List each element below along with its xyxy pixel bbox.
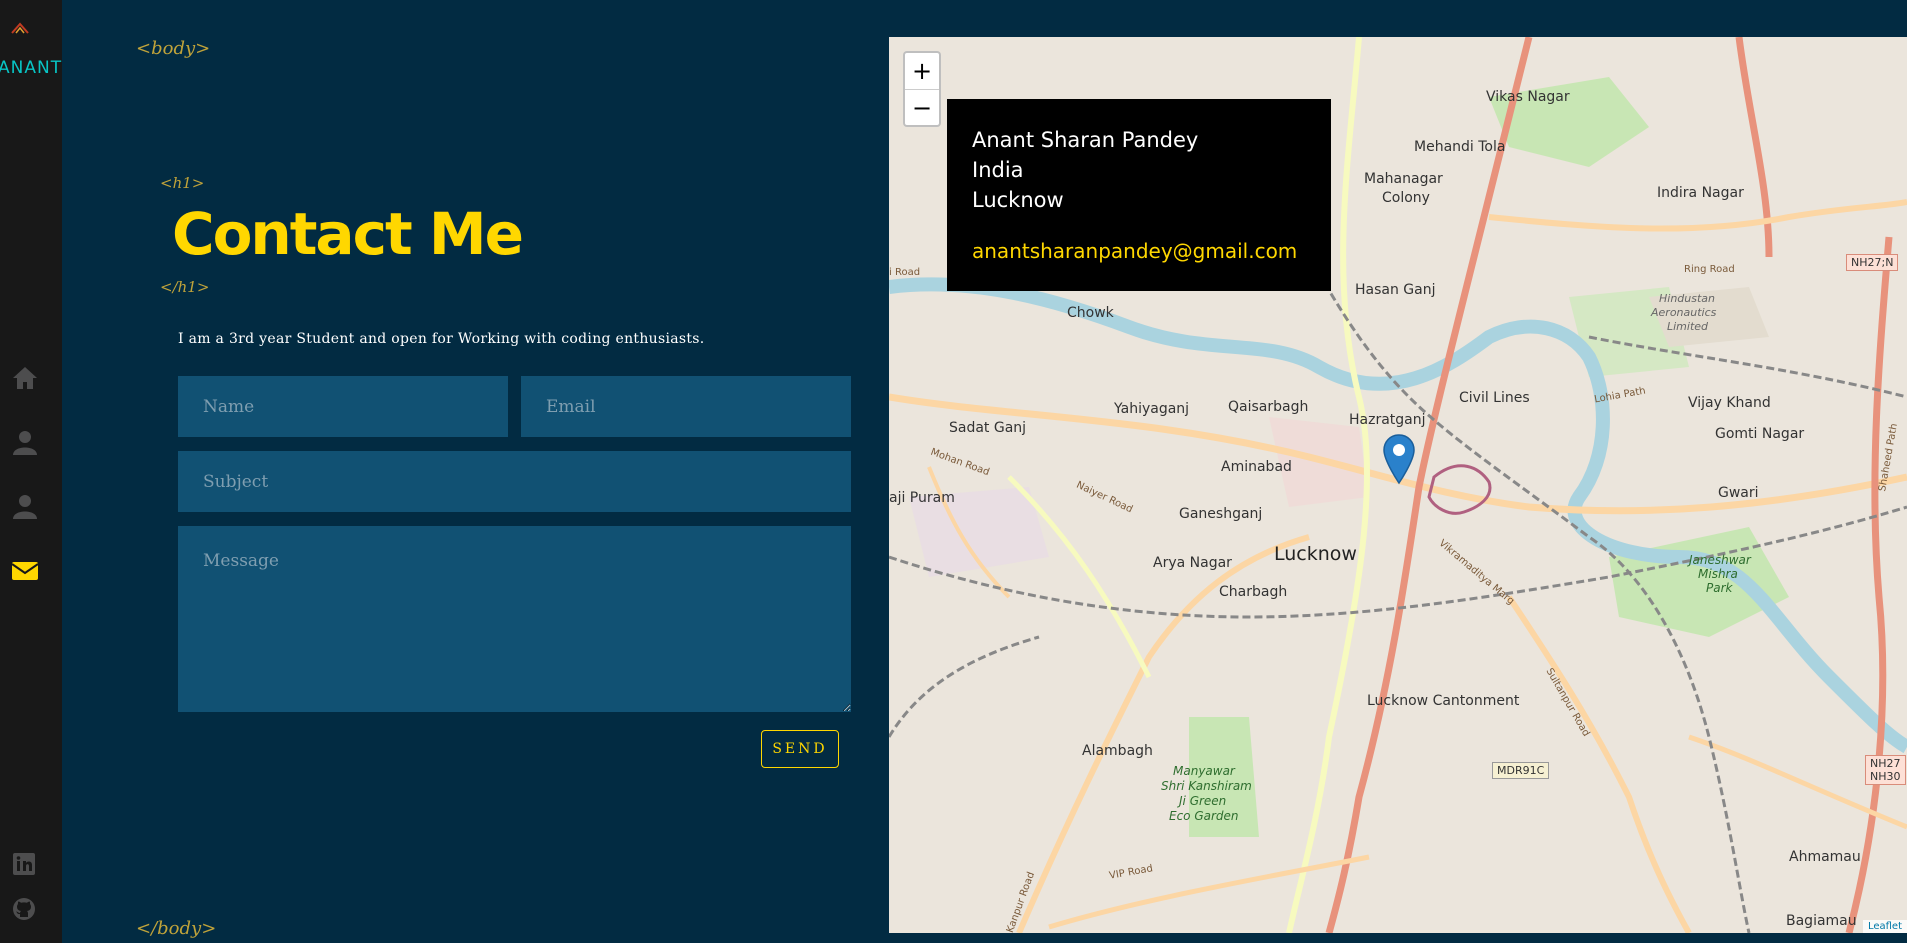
info-name: Anant Sharan Pandey [972, 128, 1199, 152]
map-label: Hasan Ganj [1355, 282, 1436, 298]
info-city: Lucknow [972, 188, 1064, 212]
github-link[interactable] [0, 893, 62, 938]
map-label: Ganeshganj [1179, 506, 1263, 522]
map-label: Eco Garden [1169, 809, 1239, 823]
map-label: Aminabad [1221, 459, 1292, 475]
envelope-icon [11, 562, 39, 580]
message-field[interactable] [178, 526, 851, 712]
info-email-link[interactable]: anantsharanpandey@gmail.com [972, 239, 1306, 263]
highway-shield: NH27;N [1846, 254, 1899, 271]
user-icon [13, 495, 37, 519]
h1-open-tag: <h1> [160, 174, 205, 192]
map-label: Bagiamau [1786, 913, 1857, 929]
map-label: Gwari [1718, 485, 1759, 501]
map-label: Limited [1667, 320, 1709, 333]
map-label: Janeshwar [1689, 553, 1751, 567]
contact-info-popup: Anant Sharan Pandey India Lucknow anants… [947, 99, 1331, 291]
info-country: India [972, 158, 1024, 182]
map-label: Ahmamau [1789, 849, 1861, 865]
map-label: Qaisarbagh [1228, 399, 1309, 415]
linkedin-link[interactable] [0, 848, 62, 893]
nav-about[interactable] [0, 409, 62, 473]
map-label: Park [1706, 581, 1733, 595]
map-label: Sadat Ganj [949, 420, 1027, 436]
map-label: Shri Kanshiram [1161, 779, 1252, 793]
map-label: Colony [1382, 190, 1430, 206]
map-label: Lucknow [1274, 543, 1357, 565]
email-field[interactable] [521, 376, 851, 437]
sidebar: ANANT [0, 0, 62, 943]
map-attribution[interactable]: Leaflet [1862, 920, 1907, 933]
map-label: i Road [889, 267, 921, 278]
user-icon [13, 431, 37, 455]
zoom-out-button[interactable]: − [905, 89, 939, 125]
map-label: Indira Nagar [1657, 185, 1744, 201]
zoom-control: + − [903, 51, 941, 127]
map-label: Lucknow Cantonment [1367, 693, 1520, 709]
nav-skills[interactable] [0, 473, 62, 537]
map-marker-icon[interactable] [1382, 433, 1416, 485]
nav-home[interactable] [0, 345, 62, 409]
location-map[interactable]: + − Vikas Nagar Mehandi Tola Mahanagar C… [889, 37, 1907, 933]
map-label: Alambagh [1082, 743, 1153, 759]
page-title: Contact Me [172, 200, 524, 268]
contact-intro: I am a 3rd year Student and open for Wor… [178, 331, 705, 347]
send-button[interactable]: SEND [761, 730, 839, 768]
body-open-tag: <body> [136, 38, 211, 59]
highway-shield: NH27 NH30 [1865, 755, 1906, 785]
github-icon [13, 898, 35, 920]
map-label: Gomti Nagar [1715, 426, 1805, 442]
highway-shield: MDR91C [1492, 762, 1550, 779]
map-label: Civil Lines [1459, 390, 1530, 406]
map-label: Mehandi Tola [1414, 139, 1506, 155]
map-label: Chowk [1067, 305, 1114, 321]
social-links [0, 848, 62, 938]
map-label: Manyawar [1173, 764, 1235, 778]
map-label: Vijay Khand [1688, 395, 1771, 411]
zoom-in-button[interactable]: + [905, 53, 939, 89]
map-label: Ring Road [1684, 264, 1735, 275]
map-label: Mahanagar [1364, 171, 1443, 187]
map-label: Mishra [1698, 567, 1738, 581]
map-label: Charbagh [1219, 584, 1288, 600]
nav-contact[interactable] [0, 537, 62, 601]
linkedin-icon [13, 853, 35, 875]
subject-field[interactable] [178, 451, 851, 512]
sidebar-nav [0, 345, 62, 601]
home-icon [13, 367, 37, 389]
map-label: Vikas Nagar [1486, 89, 1570, 105]
name-field[interactable] [178, 376, 508, 437]
h1-close-tag: </h1> [160, 278, 210, 296]
map-label: aji Puram [889, 490, 955, 506]
map-label: Arya Nagar [1153, 555, 1232, 571]
logo-text: ANANT [0, 58, 63, 78]
map-label: Hazratganj [1349, 412, 1426, 428]
map-label: Yahiyaganj [1114, 401, 1190, 417]
map-label: Hindustan [1659, 292, 1716, 305]
body-close-tag: </body> [136, 918, 217, 939]
map-label: Ji Green [1179, 794, 1227, 808]
logo-mark-icon [11, 22, 29, 34]
map-label: Aeronautics [1651, 306, 1717, 319]
